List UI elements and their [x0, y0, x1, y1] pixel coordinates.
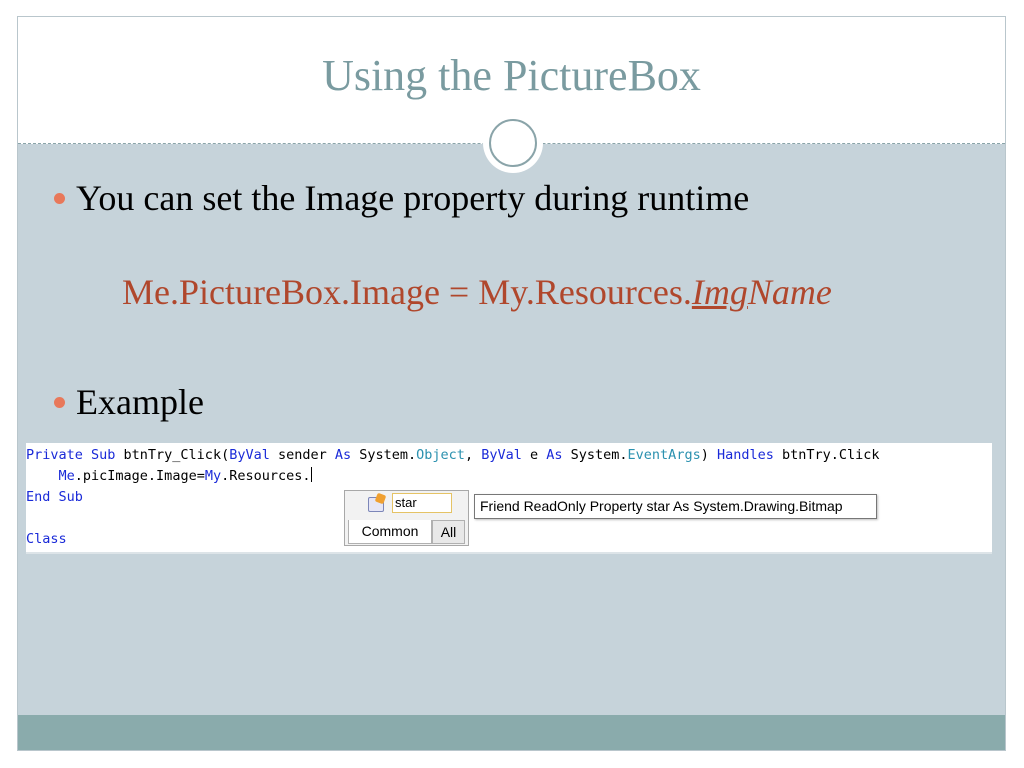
code-example-suffix: Name — [747, 272, 832, 312]
code-line-1: Private Sub btnTry_Click(ByVal sender As… — [26, 445, 880, 466]
code-token: ByVal — [229, 447, 270, 463]
code-example-underlined: Img — [691, 272, 748, 312]
code-token: .picImage.Image= — [74, 468, 205, 484]
code-token: e — [521, 447, 547, 463]
code-line-3: End Sub — [26, 487, 83, 508]
code-token: Private Sub — [26, 447, 116, 463]
intellisense-item-star[interactable]: star — [348, 492, 466, 517]
code-token: .Resources. — [221, 468, 311, 484]
code-token: System. — [351, 447, 417, 463]
bullet-text: You can set the Image property during ru… — [76, 178, 750, 218]
tab-common[interactable]: Common — [348, 520, 432, 544]
code-token: End Sub — [26, 489, 83, 505]
code-example-prefix: Me.PictureBox.Image = My.Resources. — [122, 272, 692, 312]
code-token: sender — [269, 447, 335, 463]
code-token: ) — [700, 447, 717, 463]
code-token: Handles — [716, 447, 774, 463]
code-editor-screenshot: Private Sub btnTry_Click(ByVal sender As… — [26, 443, 992, 554]
bullet-dot-icon — [54, 192, 65, 204]
slide: Using the PictureBox You can set the Ima… — [17, 16, 1006, 751]
slide-title: Using the PictureBox — [322, 51, 701, 100]
bullet-dot-icon — [54, 396, 65, 408]
text-caret — [310, 467, 312, 482]
code-token: Class — [26, 531, 67, 547]
code-token: , — [464, 447, 482, 463]
tab-all[interactable]: All — [432, 520, 465, 544]
bullet-item: Example — [54, 381, 204, 423]
intellisense-popup: star Common All — [344, 490, 469, 546]
intellisense-tooltip: Friend ReadOnly Property star As System.… — [474, 494, 877, 519]
code-token: As — [546, 447, 563, 463]
code-token: System. — [562, 447, 628, 463]
intellisense-item-label: star — [392, 493, 452, 513]
code-token: btnTry.Click — [773, 447, 880, 463]
code-token: My — [204, 468, 222, 484]
footer-bar — [18, 715, 1005, 750]
code-example: Me.PictureBox.Image = My.Resources.ImgNa… — [122, 271, 832, 313]
code-token: ByVal — [481, 447, 522, 463]
code-line-2[interactable]: Me.picImage.Image=My.Resources. — [26, 466, 312, 487]
code-token: EventArgs — [627, 447, 701, 463]
code-token: Object — [416, 447, 465, 463]
code-token: Me — [26, 468, 75, 484]
bullet-item: You can set the Image property during ru… — [54, 177, 749, 219]
divider-ring-icon — [489, 119, 537, 167]
code-token: As — [334, 447, 352, 463]
property-icon — [368, 497, 384, 512]
bullet-text: Example — [76, 382, 204, 422]
code-token: btnTry_Click( — [115, 447, 230, 463]
code-line-4: Class — [26, 529, 67, 550]
